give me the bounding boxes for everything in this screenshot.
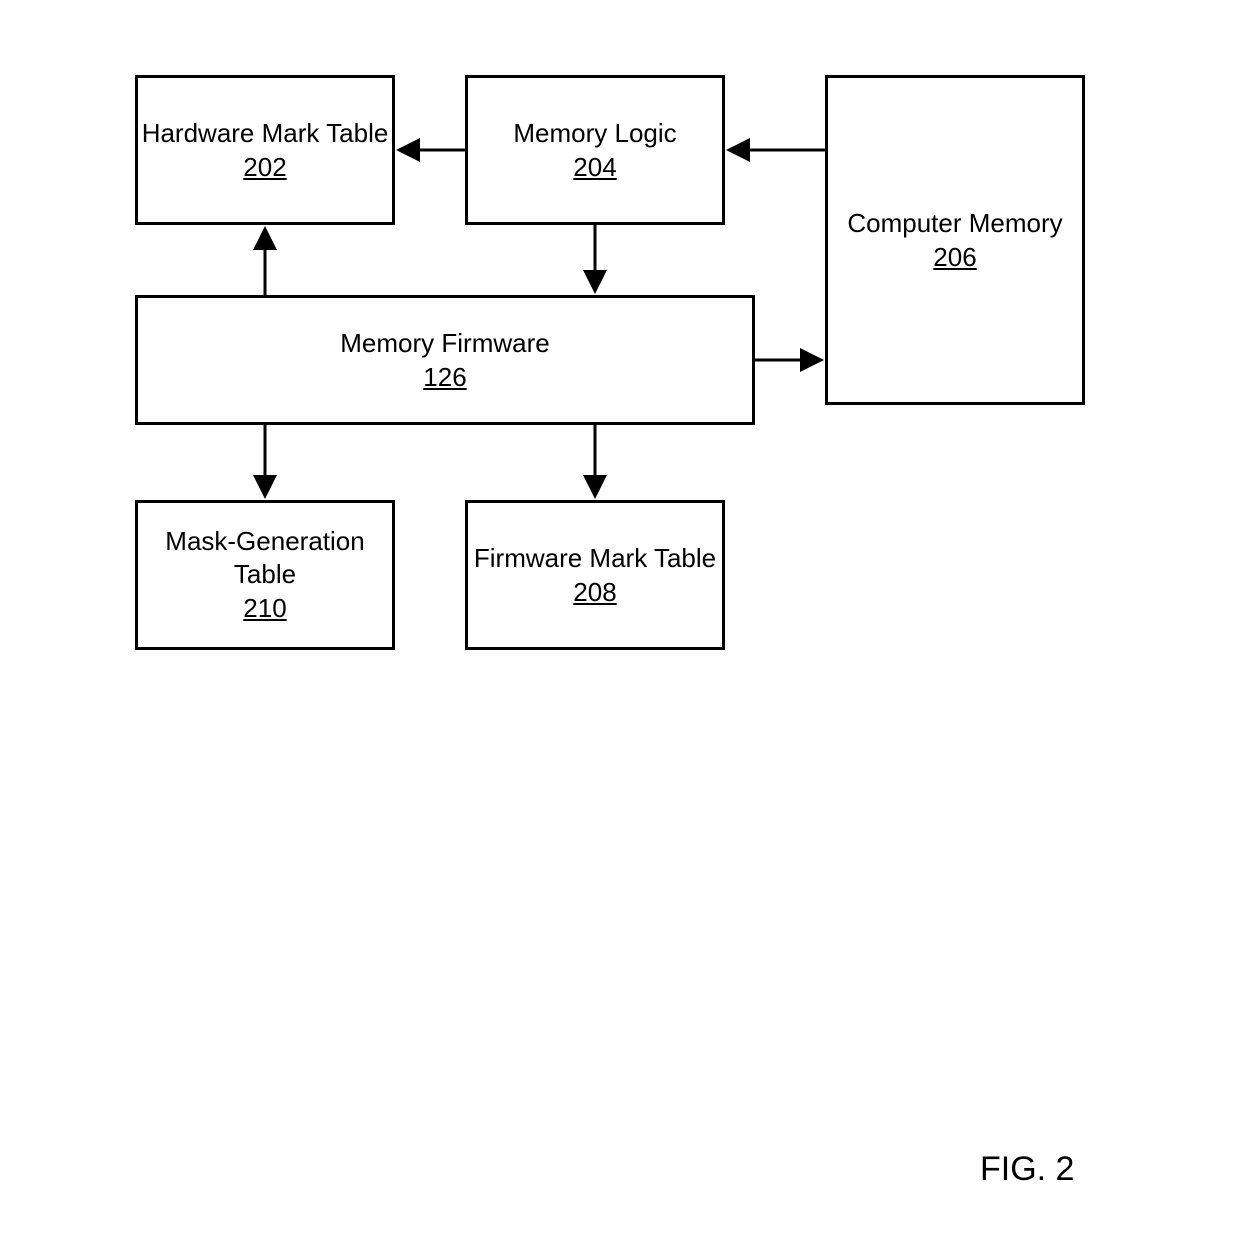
- box-ref-id: 210: [243, 592, 286, 625]
- box-memory-firmware: Memory Firmware 126: [135, 295, 755, 425]
- figure-label: FIG. 2: [980, 1150, 1074, 1189]
- box-mask-generation-table: Mask-Generation Table 210: [135, 500, 395, 650]
- box-ref-id: 126: [423, 361, 466, 394]
- box-title: Firmware Mark Table: [474, 542, 716, 575]
- box-firmware-mark-table: Firmware Mark Table 208: [465, 500, 725, 650]
- box-title: Memory Firmware: [340, 327, 549, 360]
- box-computer-memory: Computer Memory 206: [825, 75, 1085, 405]
- box-ref-id: 204: [573, 151, 616, 184]
- box-memory-logic: Memory Logic 204: [465, 75, 725, 225]
- box-ref-id: 206: [933, 241, 976, 274]
- box-ref-id: 202: [243, 151, 286, 184]
- box-title: Hardware Mark Table: [142, 117, 389, 150]
- box-title: Mask-Generation Table: [138, 525, 392, 590]
- box-hardware-mark-table: Hardware Mark Table 202: [135, 75, 395, 225]
- diagram-canvas: Hardware Mark Table 202 Memory Logic 204…: [0, 0, 1240, 1260]
- box-title: Computer Memory: [847, 207, 1062, 240]
- box-ref-id: 208: [573, 576, 616, 609]
- box-title: Memory Logic: [513, 117, 676, 150]
